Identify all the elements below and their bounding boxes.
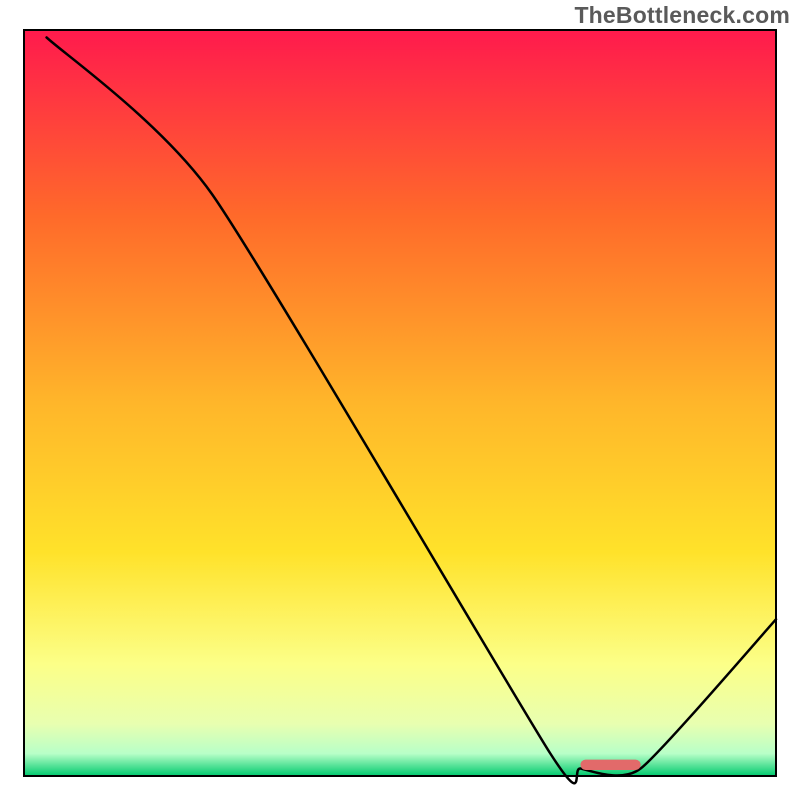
watermark-text: TheBottleneck.com	[574, 2, 790, 29]
target-marker	[580, 760, 640, 770]
bottleneck-chart	[0, 0, 800, 800]
plot-background	[24, 30, 776, 776]
chart-container: TheBottleneck.com	[0, 0, 800, 800]
